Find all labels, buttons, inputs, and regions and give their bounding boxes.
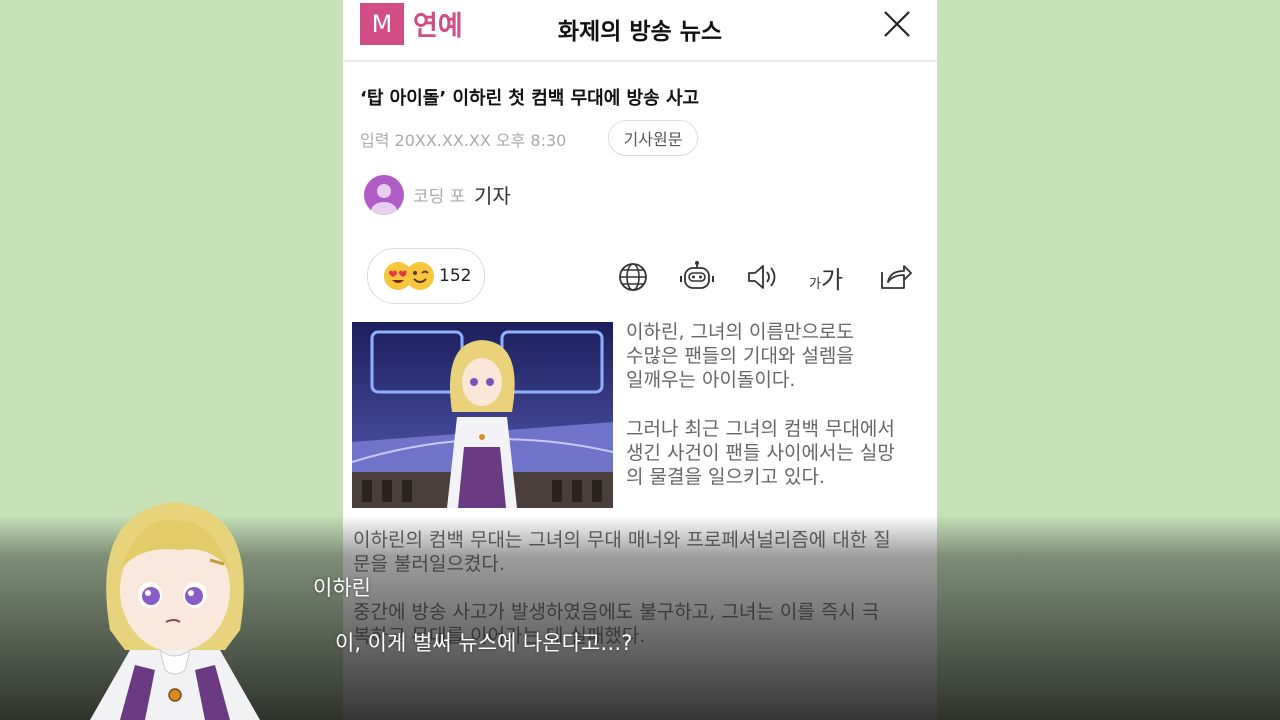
character-portrait: [90, 502, 260, 720]
original-article-button[interactable]: 기사원문: [608, 120, 698, 156]
reporter-name: 코딩 포: [413, 187, 466, 207]
article-paragraph-1: 이하린, 그녀의 이름만으로도 수많은 팬들의 기대와 설렘을 일깨우는 아이돌…: [626, 321, 854, 391]
speaker-icon[interactable]: [745, 260, 779, 294]
top-bar: M 연예 화제의 방송 뉴스: [343, 0, 937, 62]
reporter-suffix: 기자: [474, 184, 511, 208]
user-icon: [371, 184, 397, 215]
logo-letter: M: [371, 10, 393, 38]
article-photo: [352, 322, 613, 508]
reaction-button[interactable]: 152: [367, 248, 485, 304]
section-label[interactable]: 연예: [413, 4, 463, 43]
logo-badge[interactable]: M: [360, 3, 404, 45]
globe-icon[interactable]: [616, 260, 650, 294]
reaction-count: 152: [439, 266, 472, 286]
text-size-small: 가: [809, 277, 821, 292]
article-headline: ‘탑 아이돌’ 이하린 첫 컴백 무대에 방송 사고: [360, 88, 700, 109]
news-article-screen: M 연예 화제의 방송 뉴스 ‘탑 아이돌’ 이하린 첫 컴백 무대에 방송 사…: [343, 0, 937, 720]
text-size-icon[interactable]: 가가: [809, 260, 843, 295]
text-size-big: 가: [820, 266, 844, 294]
speaker-name: 이하린: [313, 576, 371, 600]
close-icon[interactable]: [879, 6, 915, 42]
article-date: 입력 20XX.XX.XX 오후 8:30: [360, 131, 567, 150]
article-paragraph-3: 이하린의 컴백 무대는 그녀의 무대 매너와 프로페셔널리즘에 대한 질 문을 …: [353, 529, 891, 575]
share-icon[interactable]: [878, 260, 912, 294]
reporter-avatar: [364, 175, 404, 215]
dialogue-line[interactable]: 이, 이게 벌써 뉴스에 나온다고…?: [335, 627, 632, 657]
article-paragraph-2: 그러나 최근 그녀의 컴백 무대에서 생긴 사건이 팬들 사이에서는 실망 의 …: [626, 418, 895, 488]
wink-emoji-icon: [406, 262, 434, 290]
robot-icon[interactable]: [680, 260, 714, 294]
